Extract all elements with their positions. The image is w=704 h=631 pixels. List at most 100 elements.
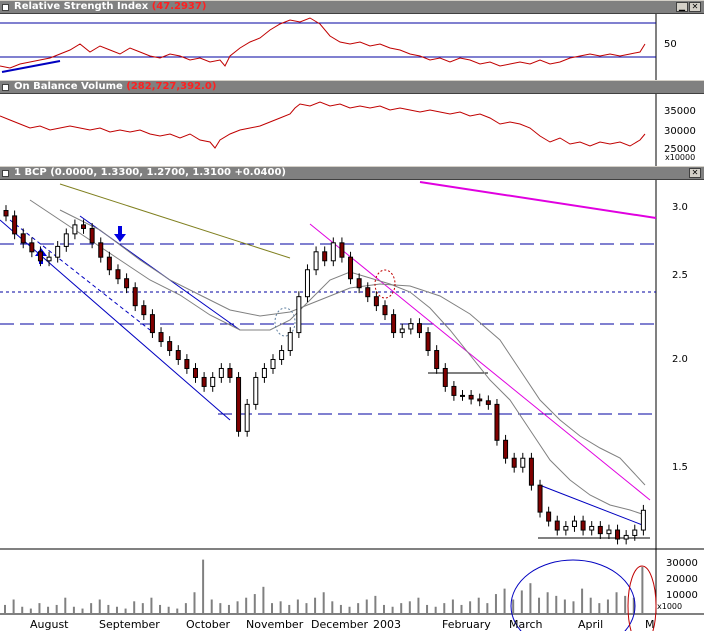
candle (494, 403, 500, 441)
volume-bar (417, 597, 420, 614)
candle (72, 224, 78, 235)
candle (184, 359, 190, 369)
candle (451, 385, 457, 396)
volume-bar (29, 608, 32, 614)
vol-multiplier: x1000 (657, 602, 682, 611)
candle (158, 332, 164, 343)
month-label: August (30, 618, 69, 631)
price-title: 1 BCP (0.0000, 1.3300, 1.2700, 1.3100 +0… (14, 167, 287, 178)
rsi-title: Relative Strength Index (47.2937) (14, 1, 207, 12)
volume-bar (400, 603, 403, 614)
month-label: 2003 (373, 618, 401, 631)
candle (279, 350, 285, 361)
candle (3, 210, 9, 217)
volume-bar (184, 603, 187, 614)
rsi-tick-50: 50 (664, 39, 677, 50)
vol-tick-10000: 10000 (666, 590, 698, 601)
candle (365, 287, 371, 298)
volume-bar (555, 595, 558, 614)
volume-bar (271, 603, 274, 614)
volume-bar (72, 606, 75, 614)
volume-bar (443, 603, 446, 614)
candle (210, 376, 216, 387)
volume-bar (245, 597, 248, 614)
volume-bar (391, 606, 394, 614)
volume-bar (55, 604, 58, 614)
month-label: December (311, 618, 369, 631)
candle (528, 457, 534, 486)
volume-bar (38, 603, 41, 614)
obv-tick-30000: 30000 (664, 126, 696, 137)
volume-bar (486, 603, 489, 614)
volume-bar (641, 566, 644, 614)
candle (330, 242, 336, 262)
volume-bar (615, 592, 618, 614)
minimize-icon[interactable]: ▁ (676, 2, 688, 12)
volume-bar (529, 583, 532, 614)
candle (442, 367, 448, 387)
candle (63, 233, 69, 247)
volume-bar (589, 597, 592, 614)
candle (434, 350, 440, 369)
volume-bar (219, 603, 222, 614)
close-icon[interactable]: ✕ (689, 2, 701, 12)
volume-bar (262, 586, 265, 614)
candle (468, 394, 474, 400)
candle (115, 269, 121, 280)
close-icon[interactable]: ✕ (689, 168, 701, 178)
volume-bar (202, 559, 205, 614)
month-label: February (442, 618, 491, 631)
candle (382, 305, 388, 316)
month-label: October (186, 618, 230, 631)
candle (149, 314, 155, 334)
volume-bar (520, 590, 523, 614)
price-tick-3: 3.0 (672, 202, 688, 213)
candle (537, 484, 543, 513)
obv-header: On Balance Volume (282,727,392.0) (0, 80, 704, 94)
volume-bar (503, 588, 506, 614)
candle (124, 278, 130, 289)
candle (141, 305, 147, 316)
volume-panel: 30000 20000 10000 x1000 August September… (0, 548, 704, 631)
candle (416, 323, 422, 334)
candle (236, 376, 242, 432)
volume-bar (210, 599, 213, 614)
candle (477, 398, 483, 402)
volume-bar (538, 597, 541, 614)
candle (261, 367, 267, 378)
volume-bar (167, 606, 170, 614)
panel-menu-icon[interactable] (2, 4, 9, 11)
volume-bar (253, 594, 256, 614)
price-header: 1 BCP (0.0000, 1.3300, 1.2700, 1.3100 +0… (0, 166, 704, 180)
candle (632, 529, 638, 536)
candle (511, 457, 517, 468)
candle (89, 227, 95, 244)
candle (322, 251, 328, 262)
volume-bar (4, 604, 6, 614)
volume-bar (434, 606, 437, 614)
obv-panel: 35000 30000 25000 x10000 (0, 94, 696, 166)
candle (563, 525, 569, 531)
obv-title: On Balance Volume (282,727,392.0) (14, 81, 217, 92)
volume-bar (426, 604, 429, 614)
panel-menu-icon[interactable] (2, 170, 9, 177)
candle (167, 341, 173, 352)
candle (270, 359, 276, 369)
panel-menu-icon[interactable] (2, 84, 9, 91)
volume-bar (115, 606, 118, 614)
volume-bar (81, 608, 84, 614)
volume-bar (624, 595, 627, 614)
candle (37, 251, 43, 262)
price-tick-2.5: 2.5 (672, 270, 688, 281)
candle (606, 529, 612, 535)
candle (580, 520, 586, 531)
candle (201, 376, 207, 387)
candle (55, 245, 61, 258)
candle (132, 287, 138, 307)
volume-bar (176, 608, 179, 614)
volume-bar (469, 601, 472, 614)
candle (520, 457, 526, 468)
candle (46, 256, 52, 262)
volume-bar (124, 608, 127, 614)
rsi-panel: 50 (0, 14, 677, 80)
